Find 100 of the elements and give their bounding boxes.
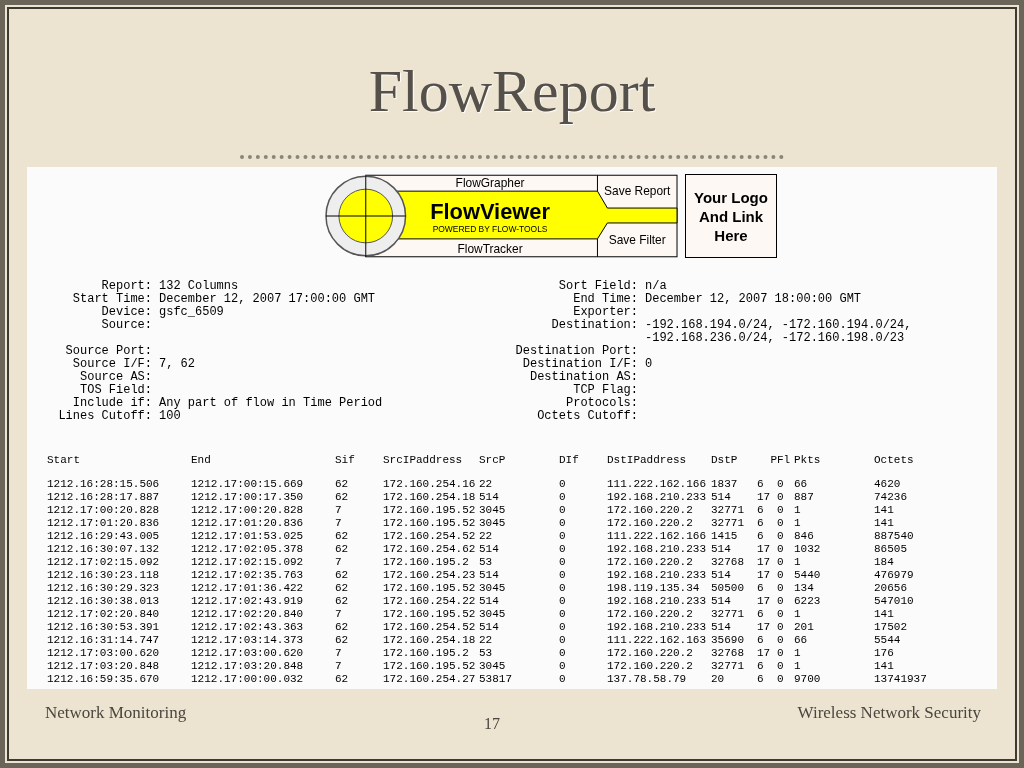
field-value: n/a: [645, 280, 667, 293]
table-cell: 0: [559, 647, 566, 660]
table-cell: 172.160.195.52: [383, 660, 476, 673]
table-cell: 0: [777, 660, 784, 673]
table-cell: 62: [335, 673, 349, 686]
field-label: Include if:: [71, 397, 152, 410]
table-cell: 172.160.254.27: [383, 673, 476, 686]
nav-link[interactable]: FlowGrapher: [455, 176, 525, 191]
table-cell: 1212.17:03:00.620: [191, 647, 304, 660]
table-cell: 17: [757, 621, 771, 634]
table-cell: 0: [559, 478, 566, 491]
table-cell: 1212.17:01:53.025: [191, 530, 304, 543]
table-cell: 0: [777, 569, 784, 582]
save-report-link[interactable]: Save Report: [604, 184, 671, 199]
table-cell: 514: [479, 569, 499, 582]
table-cell: 17502: [874, 621, 907, 634]
table-cell: 22: [479, 530, 493, 543]
table-cell: 6: [757, 608, 764, 621]
table-cell: 62: [335, 530, 349, 543]
save-filter-link[interactable]: Save Filter: [608, 232, 666, 247]
table-cell: 3045: [479, 582, 506, 595]
table-cell: 1212.17:02:20.840: [47, 608, 160, 621]
table-cell: 134: [794, 582, 814, 595]
table-cell: 198.119.135.34: [607, 582, 700, 595]
table-cell: 1212.17:03:20.848: [47, 660, 160, 673]
table-cell: 172.160.195.52: [383, 582, 476, 595]
logo-link[interactable]: Your Logo And Link Here: [685, 174, 777, 258]
table-cell: 32771: [711, 504, 744, 517]
footer-text: Network Monitoring: [45, 703, 187, 723]
field-label: Device:: [100, 306, 152, 319]
column-header: End: [191, 454, 211, 467]
table-cell: 17: [757, 543, 771, 556]
table-cell: 3045: [479, 517, 506, 530]
slide-title: FlowReport: [368, 57, 656, 126]
table-cell: 1032: [794, 543, 821, 556]
field-label: Source:: [100, 319, 152, 334]
table-cell: 62: [335, 478, 349, 491]
table-cell: 172.160.220.2: [607, 647, 693, 660]
table-cell: 514: [711, 491, 731, 504]
table-cell: 4620: [874, 478, 901, 491]
table-cell: 172.160.254.16: [383, 478, 476, 491]
table-cell: 172.160.254.23: [383, 569, 476, 582]
table-cell: 32771: [711, 608, 744, 621]
table-cell: 1212.17:00:17.350: [191, 491, 304, 504]
table-cell: 0: [559, 660, 566, 673]
table-cell: 1212.17:02:43.363: [191, 621, 304, 634]
field-label: TOS Field:: [79, 384, 152, 397]
table-cell: 172.160.195.52: [383, 504, 476, 517]
table-cell: 1212.16:30:53.391: [47, 621, 160, 634]
table-cell: 1: [794, 660, 801, 673]
table-cell: 0: [777, 634, 784, 647]
table-cell: 9700: [794, 673, 821, 686]
table-cell: 7: [335, 647, 342, 660]
table-cell: 0: [559, 517, 566, 530]
table-cell: 0: [559, 621, 566, 634]
column-header: SrcIPaddress: [383, 454, 463, 467]
table-cell: 514: [711, 569, 731, 582]
table-cell: 3045: [479, 608, 506, 621]
table-cell: 1212.16:30:38.013: [47, 595, 160, 608]
page-number: 17: [483, 715, 500, 733]
table-cell: 0: [777, 582, 784, 595]
table-cell: 141: [874, 517, 894, 530]
field-label: Report:: [100, 280, 152, 293]
table-cell: 62: [335, 569, 349, 582]
table-cell: 0: [777, 673, 784, 686]
table-cell: 32771: [711, 660, 744, 673]
table-cell: 201: [794, 621, 814, 634]
column-header: Fl: [777, 454, 791, 467]
column-header: DstIPaddress: [607, 454, 687, 467]
table-cell: 846: [794, 530, 814, 543]
table-cell: 32768: [711, 647, 744, 660]
table-cell: 1212.17:03:14.373: [191, 634, 304, 647]
table-cell: 66: [794, 478, 808, 491]
table-cell: 3045: [479, 660, 506, 673]
table-cell: 13741937: [874, 673, 927, 686]
nav-link[interactable]: FlowTracker: [457, 241, 523, 256]
table-cell: 6: [757, 660, 764, 673]
table-cell: 141: [874, 608, 894, 621]
table-cell: 3045: [479, 504, 506, 517]
table-cell: 192.168.210.233: [607, 595, 707, 608]
table-cell: 172.160.220.2: [607, 660, 693, 673]
table-cell: 514: [479, 621, 499, 634]
table-cell: 6: [757, 530, 764, 543]
field-label: Destination I/F:: [521, 358, 638, 371]
table-cell: 172.160.220.2: [607, 608, 693, 621]
field-label: Source I/F:: [71, 358, 152, 371]
table-cell: 172.160.195.52: [383, 608, 476, 621]
field-label: Destination AS:: [528, 371, 638, 384]
table-cell: 1212.17:00:20.828: [47, 504, 160, 517]
table-cell: 0: [559, 504, 566, 517]
table-cell: 1212.17:01:36.422: [191, 582, 304, 595]
table-cell: 6: [757, 478, 764, 491]
table-cell: 7: [335, 517, 342, 530]
table-cell: 0: [559, 569, 566, 582]
table-cell: 0: [559, 556, 566, 569]
table-cell: 1415: [711, 530, 738, 543]
footer-text: Wireless Network Security: [797, 703, 981, 723]
table-cell: 1: [794, 517, 801, 530]
tagline: POWERED BY FLOW-TOOLS: [432, 223, 548, 234]
table-cell: 172.160.254.52: [383, 621, 476, 634]
